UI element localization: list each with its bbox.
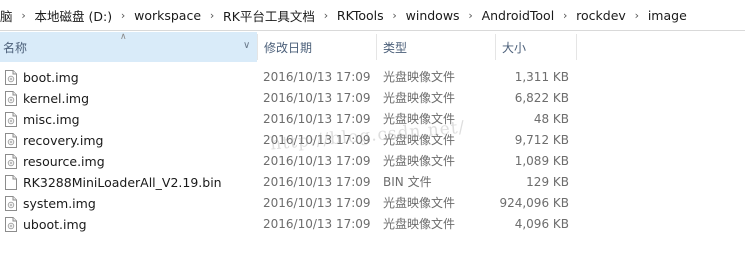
- breadcrumb-item-workspace[interactable]: workspace: [130, 8, 205, 23]
- chevron-right-icon[interactable]: ›: [558, 9, 572, 22]
- address-bar[interactable]: 脑 › 本地磁盘 (D:) › workspace › RK平台工具文档 › R…: [0, 0, 745, 31]
- column-header-date-label: 修改日期: [264, 40, 313, 55]
- file-size: 9,712 KB: [514, 133, 569, 147]
- column-header-type-label: 类型: [383, 40, 408, 55]
- column-divider[interactable]: [576, 34, 577, 60]
- file-type: 光盘映像文件: [383, 154, 456, 168]
- file-modified-date: 2016/10/13 17:09: [263, 175, 371, 189]
- file-size: 1,311 KB: [514, 70, 569, 84]
- file-modified-date: 2016/10/13 17:09: [263, 133, 371, 147]
- file-type: 光盘映像文件: [383, 91, 456, 105]
- file-type: 光盘映像文件: [383, 112, 456, 126]
- file-modified-date: 2016/10/13 17:09: [263, 112, 371, 126]
- breadcrumb-item-windows[interactable]: windows: [402, 8, 464, 23]
- chevron-right-icon[interactable]: ›: [17, 9, 31, 22]
- breadcrumb-item-rk-docs[interactable]: RK平台工具文档: [219, 6, 319, 25]
- list-item[interactable]: recovery.img 2016/10/13 17:09 光盘映像文件 9,7…: [0, 130, 745, 151]
- breadcrumb-item-drive-d[interactable]: 本地磁盘 (D:): [31, 6, 117, 25]
- disc-image-file-icon: [5, 91, 17, 106]
- file-name: boot.img: [23, 70, 79, 85]
- chevron-right-icon[interactable]: ›: [630, 9, 644, 22]
- file-name: kernel.img: [23, 91, 90, 106]
- column-header-size-label: 大小: [502, 40, 527, 55]
- file-name: system.img: [23, 196, 96, 211]
- column-header-row: 名称 ∧ ∨ 修改日期 类型 大小: [0, 32, 745, 62]
- disc-image-file-icon: [5, 196, 17, 211]
- blank-file-icon: [5, 175, 17, 190]
- file-name: resource.img: [23, 154, 105, 169]
- breadcrumb-item-rockdev[interactable]: rockdev: [572, 8, 630, 23]
- list-item[interactable]: uboot.img 2016/10/13 17:09 光盘映像文件 4,096 …: [0, 214, 745, 235]
- file-size: 4,096 KB: [514, 217, 569, 231]
- column-header-size[interactable]: 大小: [496, 32, 576, 62]
- file-list: boot.img 2016/10/13 17:09 光盘映像文件 1,311 K…: [0, 67, 745, 235]
- file-size: 924,096 KB: [499, 196, 569, 210]
- disc-image-file-icon: [5, 70, 17, 85]
- breadcrumb: 脑 › 本地磁盘 (D:) › workspace › RK平台工具文档 › R…: [0, 0, 691, 31]
- column-header-type[interactable]: 类型: [377, 32, 495, 62]
- file-type: 光盘映像文件: [383, 196, 456, 210]
- chevron-right-icon[interactable]: ›: [116, 9, 130, 22]
- list-item[interactable]: misc.img 2016/10/13 17:09 光盘映像文件 48 KB: [0, 109, 745, 130]
- chevron-right-icon[interactable]: ›: [388, 9, 402, 22]
- file-type: 光盘映像文件: [383, 133, 456, 147]
- file-type: 光盘映像文件: [383, 70, 456, 84]
- file-modified-date: 2016/10/13 17:09: [263, 91, 371, 105]
- file-name: misc.img: [23, 112, 80, 127]
- breadcrumb-item-computer[interactable]: 脑: [0, 6, 17, 25]
- file-type: 光盘映像文件: [383, 217, 456, 231]
- list-item[interactable]: RK3288MiniLoaderAll_V2.19.bin 2016/10/13…: [0, 172, 745, 193]
- file-size: 129 KB: [526, 175, 569, 189]
- file-name: recovery.img: [23, 133, 104, 148]
- disc-image-file-icon: [5, 133, 17, 148]
- chevron-right-icon[interactable]: ›: [205, 9, 219, 22]
- list-item[interactable]: resource.img 2016/10/13 17:09 光盘映像文件 1,0…: [0, 151, 745, 172]
- disc-image-file-icon: [5, 217, 17, 232]
- file-size: 1,089 KB: [514, 154, 569, 168]
- breadcrumb-item-image[interactable]: image: [644, 8, 691, 23]
- chevron-down-icon[interactable]: ∨: [243, 40, 250, 51]
- list-item[interactable]: kernel.img 2016/10/13 17:09 光盘映像文件 6,822…: [0, 88, 745, 109]
- sort-ascending-icon: ∧: [120, 32, 127, 42]
- file-name: RK3288MiniLoaderAll_V2.19.bin: [23, 175, 222, 190]
- column-header-name[interactable]: 名称 ∧ ∨: [0, 32, 257, 62]
- disc-image-file-icon: [5, 154, 17, 169]
- breadcrumb-item-androidtool[interactable]: AndroidTool: [478, 8, 559, 23]
- file-modified-date: 2016/10/13 17:09: [263, 70, 371, 84]
- file-type: BIN 文件: [383, 175, 432, 189]
- column-header-name-label: 名称: [3, 40, 28, 55]
- file-modified-date: 2016/10/13 17:09: [263, 154, 371, 168]
- chevron-right-icon[interactable]: ›: [464, 9, 478, 22]
- list-item[interactable]: system.img 2016/10/13 17:09 光盘映像文件 924,0…: [0, 193, 745, 214]
- list-item[interactable]: boot.img 2016/10/13 17:09 光盘映像文件 1,311 K…: [0, 67, 745, 88]
- file-name: uboot.img: [23, 217, 87, 232]
- file-size: 6,822 KB: [514, 91, 569, 105]
- file-size: 48 KB: [533, 112, 569, 126]
- column-header-date[interactable]: 修改日期: [258, 32, 376, 62]
- chevron-right-icon[interactable]: ›: [319, 9, 333, 22]
- breadcrumb-item-rktools[interactable]: RKTools: [333, 8, 388, 23]
- file-modified-date: 2016/10/13 17:09: [263, 217, 371, 231]
- disc-image-file-icon: [5, 112, 17, 127]
- file-modified-date: 2016/10/13 17:09: [263, 196, 371, 210]
